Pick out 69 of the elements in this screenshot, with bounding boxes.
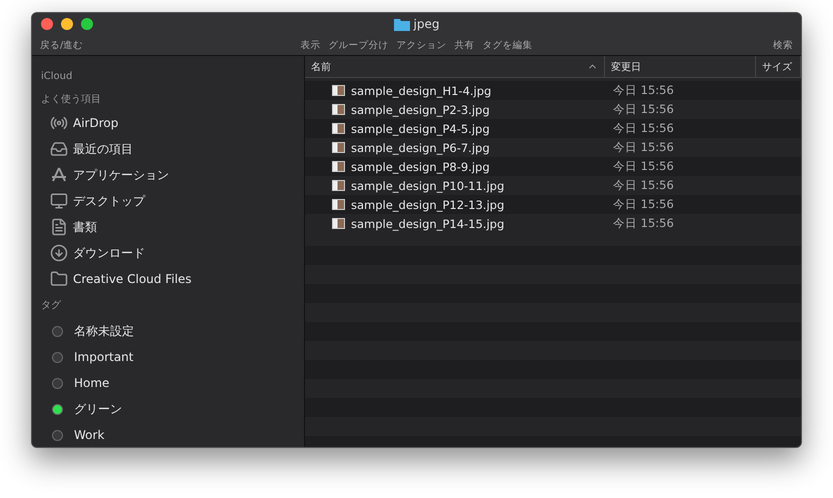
sidebar-item[interactable]: ダウンロード (32, 240, 304, 266)
file-row[interactable]: sample_design_P14-15.jpg 今日 15:56 (305, 214, 801, 233)
file-row[interactable]: sample_design_P12-13.jpg 今日 15:56 (305, 195, 801, 214)
sidebar-item[interactable]: 最近の項目 (32, 136, 304, 162)
document-icon (50, 218, 68, 236)
minimize-button[interactable] (61, 18, 73, 30)
toolbar-button[interactable]: 表示 (300, 38, 320, 52)
file-row[interactable]: sample_design_P10-11.jpg 今日 15:56 (305, 176, 801, 195)
file-name: sample_design_P14-15.jpg (351, 216, 504, 230)
image-thumbnail-icon (332, 180, 345, 191)
sidebar-item[interactable]: Important (32, 344, 304, 370)
modified-date: 今日 15:56 (612, 121, 675, 136)
sidebar-item[interactable]: Home (32, 370, 304, 396)
zoom-button[interactable] (81, 18, 93, 30)
toolbar-button[interactable]: 検索 (773, 38, 793, 52)
sidebar-item[interactable]: アプリケーション (32, 162, 304, 188)
file-name: sample_design_H1-4.jpg (351, 84, 492, 98)
toolbar-button[interactable]: タグを編集 (482, 38, 532, 52)
file-name: sample_design_P8-9.jpg (351, 160, 490, 174)
folder-icon (50, 270, 68, 288)
image-thumbnail-icon (332, 142, 345, 153)
file-row[interactable]: sample_design_P6-7.jpg 今日 15:56 (305, 138, 801, 157)
file-name: sample_design_P12-13.jpg (351, 198, 504, 212)
sidebar-item[interactable]: 名称未設定 (32, 318, 304, 344)
sidebar-item[interactable]: グリーン (32, 396, 304, 422)
close-button[interactable] (41, 18, 53, 30)
sidebar-item[interactable]: 書類 (32, 214, 304, 240)
toolbar-button[interactable]: 戻る/進む (40, 38, 84, 52)
file-row[interactable]: sample_design_H1-4.jpg 今日 15:56 (305, 81, 801, 100)
sidebar-heading: iCloud (41, 70, 72, 82)
window-title: jpeg (414, 17, 440, 31)
sidebar-heading: よく使う項目 (41, 93, 101, 106)
airdrop-icon (50, 114, 68, 132)
image-thumbnail-icon (332, 85, 345, 96)
sidebar-heading: タグ (41, 299, 61, 312)
image-thumbnail-icon (332, 161, 345, 172)
column-header[interactable]: 変更日 (605, 56, 756, 77)
toolbar-button[interactable]: グループ分け (328, 38, 388, 52)
file-row[interactable]: sample_design_P4-5.jpg 今日 15:56 (305, 119, 801, 138)
modified-date: 今日 15:56 (612, 216, 675, 231)
column-header[interactable]: 名前 (305, 56, 605, 77)
modified-date: 今日 15:56 (612, 102, 675, 117)
image-thumbnail-icon (332, 218, 345, 229)
sidebar-item[interactable]: Work (32, 422, 304, 447)
sidebar-item[interactable]: Creative Cloud Files (32, 266, 304, 292)
toolbar-button[interactable]: アクション (396, 38, 446, 52)
inbox-icon (50, 140, 68, 158)
file-name: sample_design_P10-11.jpg (351, 178, 504, 192)
file-row[interactable]: sample_design_P2-3.jpg 今日 15:56 (305, 100, 801, 119)
image-thumbnail-icon (332, 123, 345, 134)
file-name: sample_design_P4-5.jpg (351, 122, 490, 136)
image-thumbnail-icon (332, 104, 345, 115)
modified-date: 今日 15:56 (612, 197, 675, 212)
image-thumbnail-icon (332, 199, 345, 210)
modified-date: 今日 15:56 (612, 140, 675, 155)
file-row[interactable]: sample_design_P8-9.jpg 今日 15:56 (305, 157, 801, 176)
column-header[interactable]: サイズ (756, 56, 801, 77)
sidebar-item[interactable]: デスクトップ (32, 188, 304, 214)
modified-date: 今日 15:56 (612, 83, 675, 98)
sidebar-item[interactable]: AirDrop (32, 110, 304, 136)
download-icon (50, 244, 68, 262)
folder-icon (394, 18, 410, 30)
modified-date: 今日 15:56 (612, 159, 675, 174)
monitor-icon (50, 192, 68, 210)
file-name: sample_design_P6-7.jpg (351, 140, 490, 154)
file-name: sample_design_P2-3.jpg (351, 102, 490, 116)
toolbar-button[interactable]: 共有 (454, 38, 474, 52)
modified-date: 今日 15:56 (612, 178, 675, 193)
apps-icon (50, 166, 68, 184)
